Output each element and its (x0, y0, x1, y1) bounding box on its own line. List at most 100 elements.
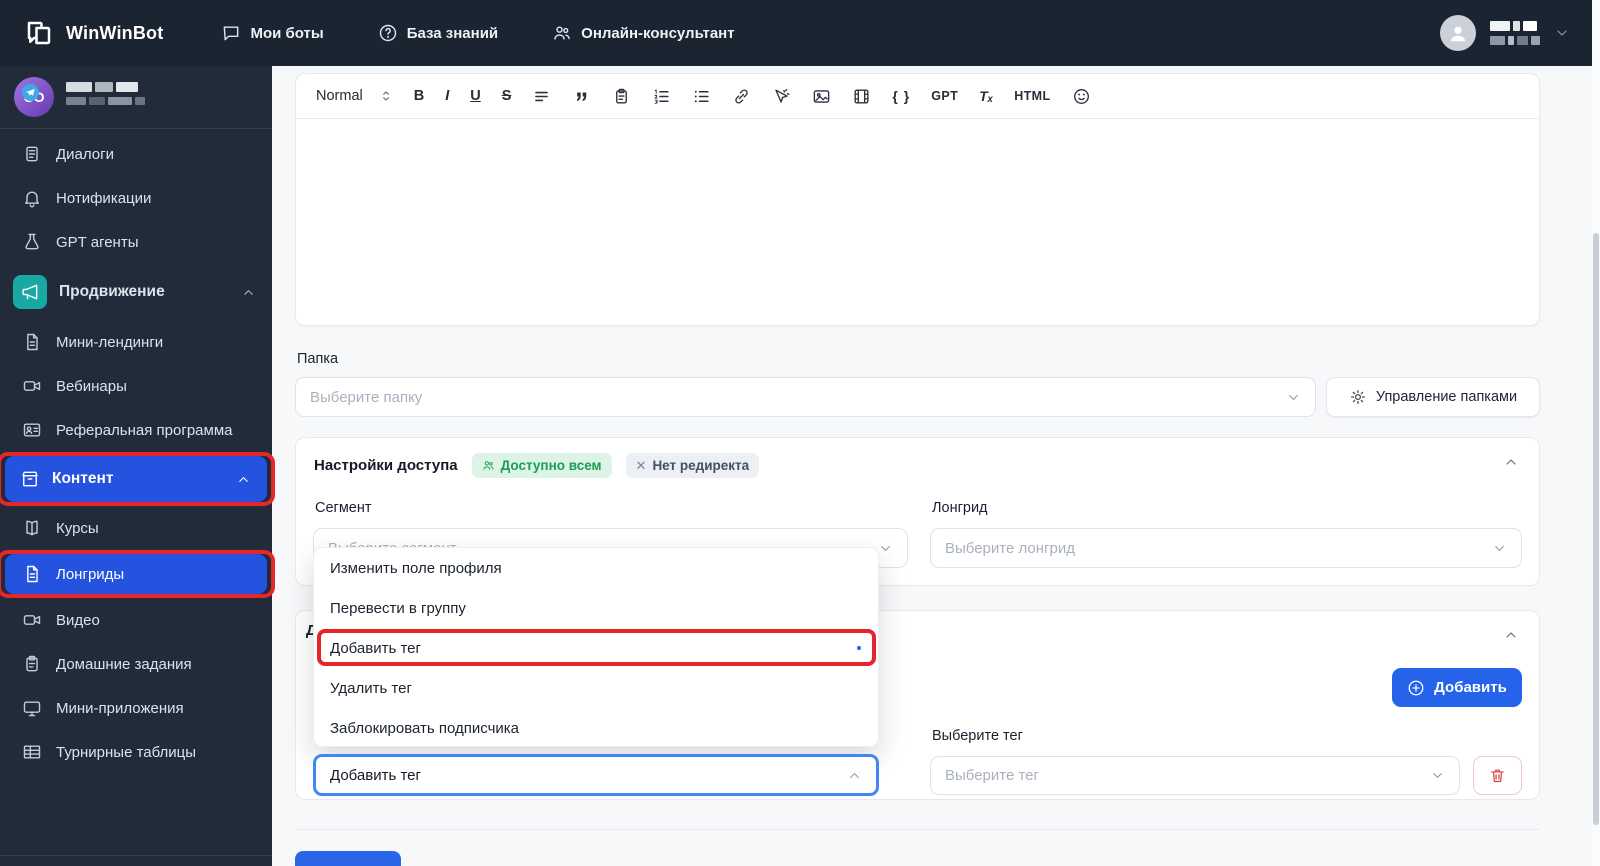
clipboard-icon (22, 654, 42, 674)
clear-format-button[interactable]: Tₓ (979, 88, 993, 104)
person-icon (1447, 22, 1469, 44)
editor-content-area[interactable] (296, 119, 1539, 326)
dropdown-option-label: Удалить тег (330, 679, 412, 697)
nav-item-people[interactable]: Онлайн-консультант (552, 23, 735, 43)
action-type-select[interactable]: Добавить тег (313, 754, 879, 796)
longread-label: Лонгрид (932, 500, 988, 516)
sidebar-item[interactable]: Нотификации (0, 176, 272, 220)
dropdown-option[interactable]: Заблокировать подписчика (314, 708, 878, 748)
sidebar-item[interactable]: Мини-приложения (0, 686, 272, 730)
nav-item-help[interactable]: База знаний (378, 23, 498, 43)
emoji-button[interactable] (1072, 87, 1091, 106)
sidebar-item[interactable]: Вебинары (0, 364, 272, 408)
people-icon (482, 459, 495, 472)
sidebar-item[interactable]: Диалоги (0, 132, 272, 176)
sidebar-item[interactable]: Продвижение (0, 264, 272, 320)
segment-label: Сегмент (315, 500, 372, 516)
sidebar-item-label: Диалоги (56, 145, 114, 163)
avatar[interactable] (1440, 15, 1476, 51)
manage-folders-button[interactable]: Управление папками (1326, 377, 1540, 417)
user-name-redacted (1490, 21, 1540, 45)
table-icon (22, 742, 42, 762)
megaphone-icon (20, 282, 40, 302)
link-button[interactable] (732, 87, 751, 106)
bullet-list-button[interactable] (692, 87, 711, 106)
magic-button[interactable] (772, 87, 791, 106)
image-button[interactable] (812, 87, 831, 106)
sidebar-divider (0, 855, 272, 856)
delete-action-button[interactable] (1473, 756, 1522, 795)
collapse-section-icon[interactable] (1503, 454, 1519, 470)
add-button[interactable]: Добавить (1392, 668, 1522, 707)
tag-select[interactable]: Выберите тег (930, 756, 1460, 795)
collapse-section-icon[interactable] (1503, 627, 1519, 643)
sidebar-divider (0, 128, 272, 129)
bell-icon (22, 188, 42, 208)
film-icon (852, 87, 871, 106)
gpt-button[interactable]: GPT (931, 89, 958, 103)
sidebar-item[interactable]: Мини-лендинги (0, 320, 272, 364)
video-button[interactable] (852, 87, 871, 106)
video-icon (22, 376, 42, 396)
sidebar-item[interactable]: Турнирные таблицы (0, 730, 272, 774)
dropdown-option-label: Добавить тег (330, 639, 421, 657)
video-icon (22, 610, 42, 630)
bold-button[interactable]: B (414, 88, 424, 104)
gear-icon (1349, 388, 1367, 406)
rich-text-editor: Normal B I U S { } GPT Tₓ HTML (295, 73, 1540, 326)
doc-icon (22, 332, 42, 352)
ordered-list-button[interactable] (652, 87, 671, 106)
dropdown-option[interactable]: Изменить поле профиля (314, 548, 878, 588)
paste-button[interactable] (612, 87, 631, 106)
nav-item-chat[interactable]: Мои боты (221, 23, 324, 43)
blockquote-button[interactable] (572, 87, 591, 106)
code-button[interactable]: { } (892, 88, 910, 104)
sidebar-item-label: Вебинары (56, 377, 127, 395)
smiley-icon (1072, 87, 1091, 106)
italic-button[interactable]: I (445, 88, 449, 104)
sidebar-user-block[interactable]: CO (0, 66, 272, 128)
chevron-down-icon (1492, 541, 1507, 556)
html-button[interactable]: HTML (1014, 89, 1050, 103)
save-button[interactable] (295, 851, 401, 866)
image-icon (812, 87, 831, 106)
sidebar-item[interactable]: Контент (5, 456, 267, 502)
sidebar-item[interactable]: Лонгриды (5, 554, 267, 594)
ul-icon (692, 87, 711, 106)
user-menu[interactable] (1440, 0, 1570, 66)
flask-icon (22, 232, 42, 252)
page-scrollbar[interactable] (1592, 0, 1600, 866)
chevron-down-icon[interactable] (1554, 25, 1570, 41)
sidebar-item[interactable]: Реферальная программа (0, 408, 272, 452)
public-access-badge: Доступно всем (471, 453, 612, 478)
longread-placeholder: Выберите лонгрид (945, 539, 1075, 557)
strikethrough-button[interactable]: S (502, 88, 512, 104)
sidebar-item-label: Продвижение (59, 283, 165, 300)
no-redirect-badge: ✕ Нет редиректа (625, 453, 760, 478)
dropdown-option[interactable]: Перевести в группу (314, 588, 878, 628)
sidebar: CO Диалоги Нотификации GPT агенты Продвижен… (0, 66, 275, 866)
sort-arrows-icon (379, 89, 393, 103)
dropdown-option[interactable]: Добавить тег (314, 628, 878, 668)
dropdown-option-label: Перевести в группу (330, 599, 466, 617)
magic-icon (772, 87, 791, 106)
x-icon: ✕ (635, 457, 647, 473)
underline-button[interactable]: U (470, 88, 480, 104)
folder-select[interactable]: Выберите папку (295, 377, 1316, 417)
sidebar-item[interactable]: GPT агенты (0, 220, 272, 264)
paragraph-style-select[interactable]: Normal (316, 88, 393, 104)
sidebar-item[interactable]: Видео (0, 598, 272, 642)
dropdown-option[interactable]: Удалить тег (314, 668, 878, 708)
align-button[interactable] (532, 87, 551, 106)
sidebar-item-label: Мини-приложения (56, 699, 184, 717)
sidebar-item-label: Курсы (56, 519, 99, 537)
chevron-up-icon (241, 285, 256, 300)
scrollbar-thumb[interactable] (1593, 233, 1599, 825)
sidebar-item[interactable]: Курсы (0, 506, 272, 550)
dropdown-option-label: Заблокировать подписчика (330, 719, 520, 737)
winwinbot-logo-icon (24, 18, 54, 48)
bot-name-redacted (66, 82, 145, 105)
brand[interactable]: WinWinBot (24, 18, 163, 48)
sidebar-item[interactable]: Домашние задания (0, 642, 272, 686)
longread-select[interactable]: Выберите лонгрид (930, 528, 1522, 568)
